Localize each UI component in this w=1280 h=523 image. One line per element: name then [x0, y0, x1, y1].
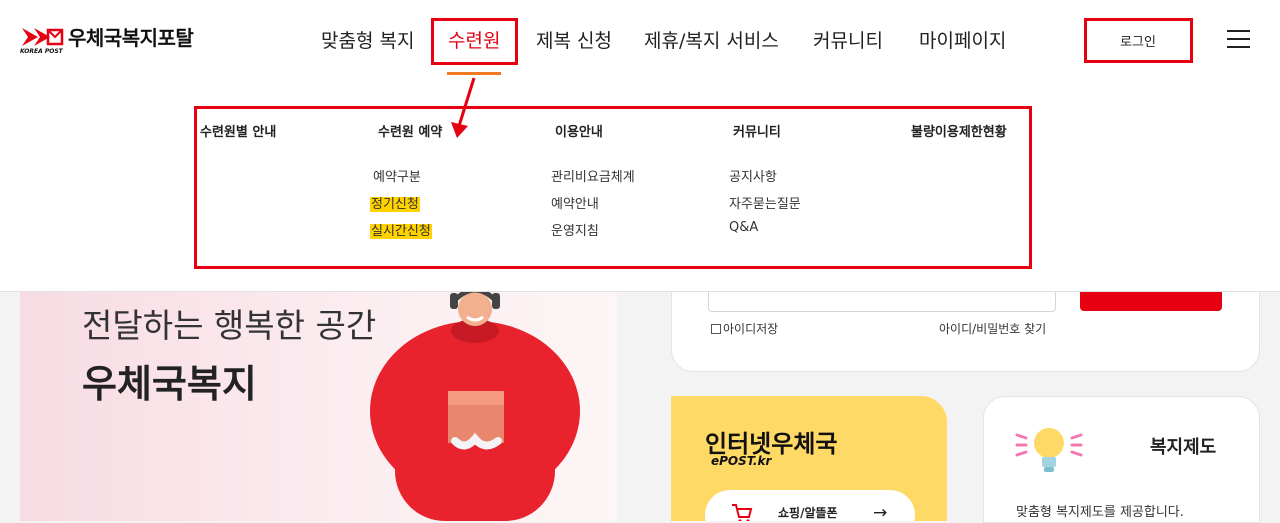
- shopping-cart-icon: [732, 504, 753, 521]
- find-id-password-link[interactable]: 아이디/비밀번호 찾기: [939, 320, 1046, 337]
- arrow-right-icon: →: [873, 503, 888, 521]
- epost-card[interactable]: 인터넷우체국 ePOST.kr 쇼핑/알뜰폰 →: [671, 396, 947, 521]
- highlighted-text: 정기신청: [370, 197, 420, 212]
- submenu-qna[interactable]: Q&A: [729, 220, 758, 235]
- welfare-description: 맞춤형 복지제도를 제공합니다.: [1016, 505, 1184, 520]
- nav-mypage[interactable]: 마이페이지: [919, 26, 1006, 53]
- site-header: 우체국복지포탈 KOREA POST 맞춤형 복지 수련원 제복 신청 제휴/복…: [0, 0, 1280, 78]
- menu-resort-reservation[interactable]: 수련원 예약: [378, 121, 442, 140]
- welfare-title: 복지제도: [1150, 437, 1217, 458]
- menu-usage-guide[interactable]: 이용안내: [555, 121, 603, 140]
- active-nav-underline: [447, 72, 501, 75]
- logo-title: 우체국복지포탈: [68, 26, 194, 50]
- welfare-system-card[interactable]: 복지제도 맞춤형 복지제도를 제공합니다.: [983, 396, 1260, 523]
- shopping-label: 쇼핑/알뜰폰: [778, 506, 838, 520]
- nav-community[interactable]: 커뮤니티: [813, 26, 883, 53]
- menu-community[interactable]: 커뮤니티: [733, 121, 781, 140]
- submenu-regular-application[interactable]: 정기신청: [370, 193, 420, 212]
- mega-menu-dropdown: [0, 78, 1280, 292]
- submenu-reservation-type[interactable]: 예약구분: [373, 166, 421, 185]
- submenu-faq[interactable]: 자주묻는질문: [729, 193, 801, 212]
- nav-uniform-request[interactable]: 제복 신청: [536, 26, 612, 53]
- menu-resort-guide[interactable]: 수련원별 안내: [200, 121, 276, 140]
- submenu-operation-policy[interactable]: 운영지침: [551, 220, 599, 239]
- save-id-checkbox[interactable]: 아이디저장: [711, 320, 778, 337]
- highlighted-text: 실시간신청: [370, 224, 432, 239]
- login-button[interactable]: 로그인: [1086, 19, 1190, 61]
- submenu-notices[interactable]: 공지사항: [729, 166, 777, 185]
- nav-partner-services[interactable]: 제휴/복지 서비스: [644, 26, 779, 53]
- logo-subtitle: KOREA POST: [20, 48, 63, 55]
- checkbox-icon[interactable]: [711, 323, 721, 334]
- menu-restriction-status[interactable]: 불량이용제한현황: [911, 121, 1007, 140]
- korea-post-logo-icon: [22, 28, 64, 46]
- submenu-reservation-guide[interactable]: 예약안내: [551, 193, 599, 212]
- save-id-label: 아이디저장: [723, 322, 779, 336]
- hamburger-menu-icon[interactable]: [1227, 30, 1250, 49]
- person-holding-box-illustration: [370, 291, 580, 521]
- submenu-fee-structure[interactable]: 관리비요금체계: [551, 166, 635, 185]
- epost-subtitle: ePOST.kr: [711, 454, 772, 468]
- shopping-button[interactable]: 쇼핑/알뜰폰 →: [705, 490, 915, 521]
- nav-resort[interactable]: 수련원: [448, 26, 500, 53]
- nav-custom-welfare[interactable]: 맞춤형 복지: [321, 26, 414, 53]
- hero-banner[interactable]: 전달하는 행복한 공간 우체국복지: [20, 291, 617, 521]
- submenu-realtime-application[interactable]: 실시간신청: [370, 220, 432, 239]
- lightbulb-icon: [1015, 428, 1083, 472]
